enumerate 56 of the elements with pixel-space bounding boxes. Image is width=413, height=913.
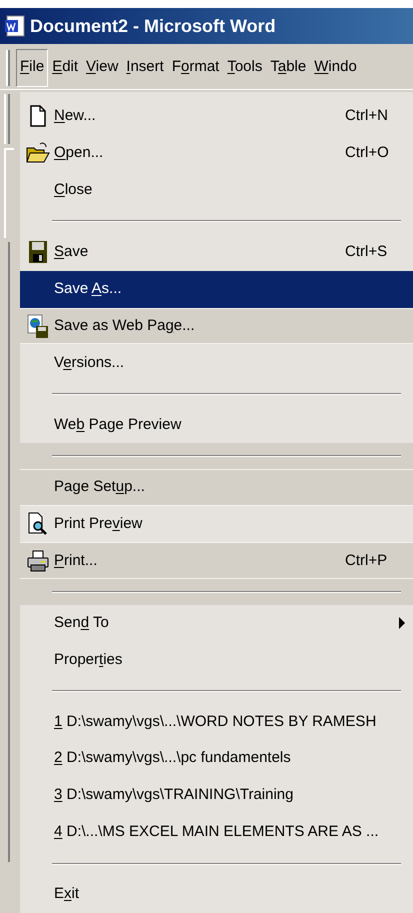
- menu-item-label: 2 D:\swamy\vgs\...\pc fundamentels: [54, 748, 292, 768]
- menu-item-label: 3 D:\swamy\vgs\TRAINING\Training: [54, 785, 294, 806]
- menu-bar-item[interactable]: Edit: [48, 48, 82, 86]
- menu-item[interactable]: Print Preview: [20, 506, 413, 542]
- menu-item[interactable]: Page Setup...: [20, 468, 413, 506]
- menu-item[interactable]: 2 D:\swamy\vgs\...\pc fundamentels: [20, 740, 413, 778]
- menu-item-label: Web Page Preview: [54, 414, 182, 435]
- menu-bar-item[interactable]: View: [82, 48, 122, 86]
- menu-item[interactable]: 4 D:\...\MS EXCEL MAIN ELEMENTS ARE AS ...: [20, 814, 413, 851]
- toolbar-handle[interactable]: [4, 94, 10, 144]
- menu-item-label: Open...: [54, 143, 104, 164]
- menu-item[interactable]: Save as Web Page...: [20, 308, 413, 344]
- menu-item-label: Versions...: [54, 352, 126, 373]
- menu-item-label: Send To: [54, 612, 110, 633]
- blank-page-icon: [29, 105, 47, 128]
- menu-item-label: Save as Web Page...: [54, 316, 196, 336]
- menu-item[interactable]: New... Ctrl+N: [20, 98, 413, 135]
- menu-item-label: Properties: [54, 650, 124, 670]
- menu-bar-item[interactable]: Tools: [223, 48, 266, 86]
- shortcut-label: Ctrl+S: [345, 242, 388, 262]
- menu-item[interactable]: Close: [20, 172, 413, 209]
- menu-item[interactable]: Versions...: [20, 344, 413, 382]
- menu-item[interactable]: Save As...: [20, 270, 413, 308]
- menu-item[interactable]: Properties: [20, 641, 413, 678]
- menu-item[interactable]: 1 D:\swamy\vgs\...\WORD NOTES BY RAMESH: [20, 703, 413, 740]
- window-title: Document2 - Microsoft Word: [30, 14, 276, 38]
- printer-icon: [27, 550, 49, 572]
- menu-bar-item[interactable]: Insert: [122, 48, 168, 86]
- menu-item-label: Close: [54, 180, 94, 200]
- menu-item-label: Exit: [54, 884, 80, 904]
- menu-item[interactable]: Web Page Preview: [20, 406, 413, 444]
- shortcut-label: Ctrl+O: [345, 143, 390, 164]
- menu-item-label: 1 D:\swamy\vgs\...\WORD NOTES BY RAMESH: [54, 712, 378, 732]
- menu-bar-item[interactable]: Table: [266, 48, 310, 86]
- menu-item[interactable]: Open... Ctrl+O: [20, 134, 413, 172]
- menu-item-label: New...: [54, 106, 97, 126]
- open-folder-icon: [26, 142, 50, 164]
- menu-item-label: Save: [54, 242, 90, 262]
- menu-item-label: Save As...: [54, 278, 123, 299]
- menu-bar-item[interactable]: File: [16, 48, 48, 86]
- menu-bar-item[interactable]: Format: [168, 48, 224, 86]
- menu-item[interactable]: Save Ctrl+S: [20, 234, 413, 271]
- menu-item-label: 4 D:\...\MS EXCEL MAIN ELEMENTS ARE AS ...: [54, 822, 380, 842]
- menu-item[interactable]: Print... Ctrl+P: [20, 542, 413, 580]
- menu-bar-item[interactable]: Windo: [310, 48, 361, 86]
- menu-item-label: Page Setup...: [54, 476, 146, 497]
- menu-item[interactable]: 3 D:\swamy\vgs\TRAINING\Training: [20, 777, 413, 814]
- menu-item-label: Print...: [54, 550, 98, 571]
- shortcut-label: Ctrl+P: [345, 550, 388, 571]
- word-document-icon: [4, 15, 26, 37]
- menu-item[interactable]: Send To: [20, 604, 413, 642]
- shortcut-label: Ctrl+N: [345, 106, 389, 126]
- web-page-save-icon: [27, 314, 49, 338]
- menu-item-label: Print Preview: [54, 514, 144, 534]
- menu-item[interactable]: Exit: [20, 876, 413, 913]
- print-preview-icon: [27, 512, 49, 536]
